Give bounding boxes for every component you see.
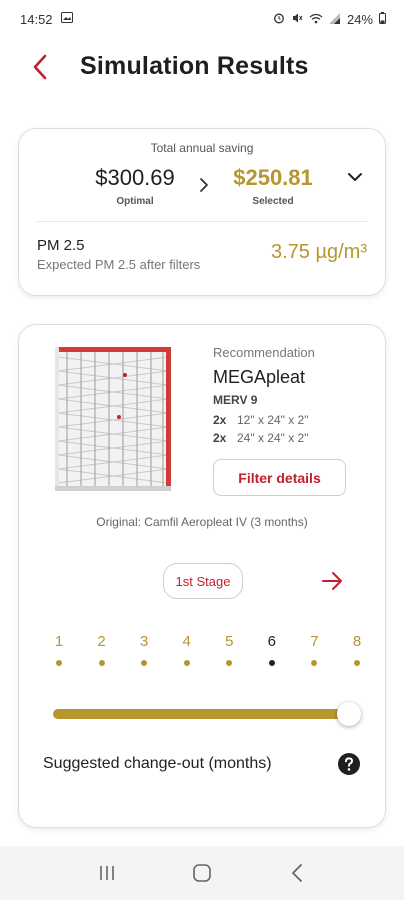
month-tick-dot bbox=[56, 660, 62, 666]
page-title: Simulation Results bbox=[80, 52, 309, 80]
next-stage-button[interactable] bbox=[319, 569, 347, 593]
alarm-icon bbox=[273, 12, 285, 27]
status-time: 14:52 bbox=[20, 11, 53, 27]
help-icon bbox=[338, 753, 360, 775]
selected-saving: $250.81 Selected bbox=[215, 165, 331, 207]
pm-subtitle: Expected PM 2.5 after filters bbox=[37, 257, 201, 272]
status-right: 24% bbox=[273, 11, 386, 27]
month-tick-label: 1 bbox=[54, 633, 64, 650]
optimal-label: Optimal bbox=[116, 196, 154, 207]
filter-dimensions: 12" x 24" x 2" bbox=[237, 413, 309, 427]
month-tick[interactable]: 3 bbox=[134, 633, 154, 666]
month-tick-label: 3 bbox=[139, 633, 149, 650]
app-header: Simulation Results bbox=[0, 44, 404, 90]
filter-dimensions: 24" x 24" x 2" bbox=[237, 431, 309, 445]
month-tick-label: 2 bbox=[97, 633, 106, 650]
month-tick-dot bbox=[141, 660, 148, 666]
mute-icon bbox=[291, 12, 303, 27]
recommendation-label: Recommendation bbox=[213, 345, 315, 360]
back-button[interactable] bbox=[26, 52, 54, 82]
battery-level: 24% bbox=[346, 11, 373, 27]
chevron-down-icon bbox=[348, 173, 362, 181]
system-back-button[interactable] bbox=[277, 853, 317, 893]
month-tick-label: 8 bbox=[352, 633, 362, 650]
merv-rating: MERV 9 bbox=[213, 393, 258, 407]
filter-size-row: 2x 12" x 24" x 2" bbox=[213, 413, 308, 427]
help-button[interactable] bbox=[337, 752, 361, 776]
system-nav-bar bbox=[0, 846, 404, 900]
filter-image bbox=[55, 347, 171, 491]
month-tick-dot bbox=[98, 660, 105, 666]
month-tick-dot bbox=[354, 660, 360, 666]
selected-value: $250.81 bbox=[233, 165, 313, 190]
chevron-right-icon bbox=[200, 178, 208, 192]
product-name: MEGApleat bbox=[213, 367, 306, 387]
card-divider bbox=[37, 221, 367, 222]
status-left: 14:52 bbox=[20, 12, 73, 27]
month-tick[interactable]: 7 bbox=[304, 633, 324, 666]
recent-apps-button[interactable] bbox=[87, 853, 127, 893]
changeout-label: Suggested change-out (months) bbox=[43, 755, 272, 772]
month-tick-dot bbox=[311, 660, 318, 666]
home-icon bbox=[193, 864, 211, 882]
changeout-slider-track[interactable] bbox=[53, 709, 349, 719]
signal-icon bbox=[328, 12, 341, 27]
filter-quantity: 2x bbox=[213, 431, 227, 445]
month-tick-label: 4 bbox=[182, 633, 191, 650]
month-tick[interactable]: 5 bbox=[219, 633, 239, 666]
original-filter-text: Original: Camfil Aeropleat IV (3 months) bbox=[96, 515, 308, 529]
recent-apps-icon bbox=[100, 866, 115, 880]
optimal-value: $300.69 bbox=[95, 165, 175, 190]
selected-label: Selected bbox=[252, 196, 294, 207]
month-tick[interactable]: 1 bbox=[49, 633, 69, 666]
savings-card: Total annual saving $300.69 Optimal $250… bbox=[18, 128, 386, 296]
month-tick-dot bbox=[268, 660, 275, 666]
month-tick[interactable]: 4 bbox=[177, 633, 197, 666]
month-ticks: 1 2 3 4 5 6 7 8 bbox=[19, 633, 385, 679]
arrow-right-icon bbox=[322, 572, 342, 590]
filter-quantity: 2x bbox=[213, 413, 227, 427]
filter-size-row: 2x 24" x 24" x 2" bbox=[213, 431, 308, 445]
pm-value: 3.75 µg/m³ bbox=[270, 241, 367, 263]
gallery-icon bbox=[60, 12, 73, 26]
home-button[interactable] bbox=[182, 853, 222, 893]
month-tick-dot bbox=[226, 660, 233, 666]
month-tick-label: 7 bbox=[310, 633, 319, 650]
back-icon bbox=[291, 864, 302, 882]
month-tick-label: 6 bbox=[267, 633, 277, 650]
pm-title: PM 2.5 bbox=[37, 237, 85, 254]
month-tick-dot bbox=[183, 660, 190, 666]
month-tick-label: 5 bbox=[225, 633, 234, 650]
month-tick[interactable]: 2 bbox=[92, 633, 112, 666]
month-tick[interactable]: 8 bbox=[347, 633, 367, 666]
changeout-slider-thumb[interactable] bbox=[337, 702, 361, 726]
recommendation-card: Recommendation MEGApleat MERV 9 2x 12" x… bbox=[18, 324, 386, 828]
chevron-left-icon bbox=[33, 54, 47, 80]
month-tick[interactable]: 6 bbox=[262, 633, 282, 666]
stage-button[interactable]: 1st Stage bbox=[163, 563, 243, 599]
total-saving-label: Total annual saving bbox=[150, 141, 254, 155]
expand-savings-button[interactable] bbox=[343, 165, 367, 189]
status-bar: 14:52 24% bbox=[0, 0, 404, 38]
wifi-icon bbox=[309, 12, 323, 27]
battery-icon bbox=[379, 11, 386, 27]
filter-details-button[interactable]: Filter details bbox=[213, 459, 346, 496]
optimal-saving: $300.69 Optimal bbox=[77, 165, 193, 207]
